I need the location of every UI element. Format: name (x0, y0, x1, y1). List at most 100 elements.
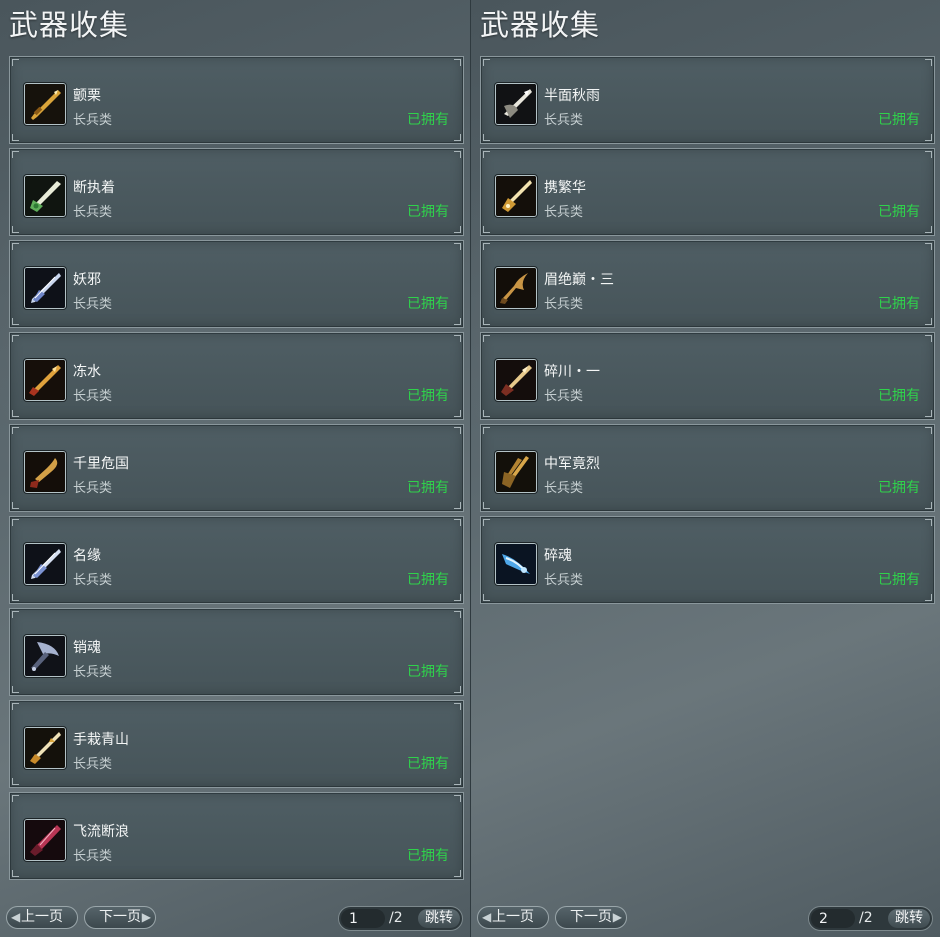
weapon-card[interactable]: 携繁华 长兵类 已拥有 (480, 148, 935, 236)
weapon-name: 名缘 (73, 548, 101, 564)
weapon-name: 销魂 (73, 640, 101, 656)
owned-status: 已拥有 (878, 388, 920, 404)
weapon-name: 冻水 (73, 364, 101, 380)
weapon-name: 断执着 (73, 180, 115, 196)
weapon-name: 中军竟烈 (544, 456, 600, 472)
bronze-spear-icon (495, 267, 537, 309)
owned-status: 已拥有 (407, 664, 449, 680)
weapon-name: 颤栗 (73, 88, 101, 104)
weapon-card[interactable]: 手栽青山 长兵类 已拥有 (9, 700, 464, 788)
weapon-name: 眉绝巅・三 (544, 272, 614, 288)
owned-status: 已拥有 (407, 848, 449, 864)
weapon-card[interactable]: 中军竟烈 长兵类 已拥有 (480, 424, 935, 512)
weapon-card[interactable]: 销魂 长兵类 已拥有 (9, 608, 464, 696)
prev-page-button[interactable]: ◀ 上一页 (6, 906, 78, 929)
weapon-type: 长兵类 (73, 573, 113, 588)
ice-spear-icon (495, 543, 537, 585)
silver-spear-icon (24, 267, 66, 309)
weapon-type: 长兵类 (73, 205, 113, 220)
weapon-type: 长兵类 (544, 481, 584, 496)
golden-halberd-icon (495, 451, 537, 493)
weapon-name: 碎川・一 (544, 364, 600, 380)
owned-status: 已拥有 (878, 480, 920, 496)
chevron-left-icon: ◀ (11, 910, 21, 924)
owned-status: 已拥有 (407, 296, 449, 312)
page-total: /2 (389, 910, 403, 926)
weapon-type: 长兵类 (73, 297, 113, 312)
crimson-spear-icon (24, 819, 66, 861)
page-jump-control: /2 跳转 (808, 906, 933, 931)
weapon-type: 长兵类 (544, 297, 584, 312)
owned-status: 已拥有 (407, 388, 449, 404)
page-number-input[interactable] (811, 909, 855, 928)
weapon-card[interactable]: 碎川・一 长兵类 已拥有 (480, 332, 935, 420)
prev-page-label: 上一页 (21, 909, 63, 925)
panel-title: 武器收集 (9, 8, 130, 42)
owned-status: 已拥有 (407, 480, 449, 496)
owned-status: 已拥有 (878, 296, 920, 312)
bronze-spear-icon (24, 451, 66, 493)
weapon-type: 长兵类 (73, 665, 113, 680)
owned-status: 已拥有 (407, 756, 449, 772)
next-page-label: 下一页 (570, 909, 612, 925)
chevron-right-icon: ▶ (612, 910, 622, 924)
weapon-type: 长兵类 (73, 849, 113, 864)
weapon-type: 长兵类 (73, 389, 113, 404)
weapon-card[interactable]: 名缘 长兵类 已拥有 (9, 516, 464, 604)
weapon-type: 长兵类 (73, 757, 113, 772)
golden-spear-icon (24, 359, 66, 401)
golden-spear-icon (24, 727, 66, 769)
weapon-name: 半面秋雨 (544, 88, 600, 104)
weapon-type: 长兵类 (544, 573, 584, 588)
weapon-type: 长兵类 (73, 481, 113, 496)
owned-status: 已拥有 (878, 572, 920, 588)
weapon-type: 长兵类 (544, 389, 584, 404)
chevron-right-icon: ▶ (141, 910, 151, 924)
page-number-input[interactable] (341, 909, 385, 928)
prev-page-button[interactable]: ◀ 上一页 (477, 906, 549, 929)
weapon-name: 千里危国 (73, 456, 129, 472)
weapon-card[interactable]: 断执着 长兵类 已拥有 (9, 148, 464, 236)
collection-panel-right: 武器收集 半面秋雨 长兵类 已拥有 携繁华 长兵类 已拥有 眉绝巅・三 长兵类 … (470, 0, 940, 937)
weapon-card[interactable]: 冻水 长兵类 已拥有 (9, 332, 464, 420)
golden-spear-icon (24, 83, 66, 125)
collection-panel-left: 武器收集 颤栗 长兵类 已拥有 断执着 长兵类 已拥有 妖邪 长兵类 已拥有 冻… (0, 0, 470, 937)
golden-spear-icon (495, 359, 537, 401)
jump-button[interactable]: 跳转 (418, 909, 460, 928)
weapon-card[interactable]: 眉绝巅・三 长兵类 已拥有 (480, 240, 935, 328)
jade-spear-icon (24, 175, 66, 217)
silver-spear-icon (24, 543, 66, 585)
page-jump-control: /2 跳转 (338, 906, 463, 931)
weapon-name: 手栽青山 (73, 732, 129, 748)
panel-title: 武器收集 (480, 8, 601, 42)
weapon-name: 飞流断浪 (73, 824, 129, 840)
silver-spear-icon (495, 83, 537, 125)
owned-status: 已拥有 (407, 572, 449, 588)
weapon-name: 碎魂 (544, 548, 572, 564)
page-total: /2 (859, 910, 873, 926)
jump-button[interactable]: 跳转 (888, 909, 930, 928)
owned-status: 已拥有 (878, 112, 920, 128)
weapon-type: 长兵类 (73, 113, 113, 128)
weapon-list: 颤栗 长兵类 已拥有 断执着 长兵类 已拥有 妖邪 长兵类 已拥有 冻水 长兵类… (9, 56, 464, 884)
weapon-type: 长兵类 (544, 205, 584, 220)
chevron-left-icon: ◀ (482, 910, 492, 924)
weapon-card[interactable]: 碎魂 长兵类 已拥有 (480, 516, 935, 604)
steel-halberd-icon (24, 635, 66, 677)
owned-status: 已拥有 (407, 204, 449, 220)
prev-page-label: 上一页 (492, 909, 534, 925)
next-page-label: 下一页 (99, 909, 141, 925)
weapon-card[interactable]: 千里危国 长兵类 已拥有 (9, 424, 464, 512)
weapon-card[interactable]: 妖邪 长兵类 已拥有 (9, 240, 464, 328)
owned-status: 已拥有 (878, 204, 920, 220)
golden-spear-icon (495, 175, 537, 217)
next-page-button[interactable]: ▶ 下一页 (555, 906, 627, 929)
weapon-card[interactable]: 半面秋雨 长兵类 已拥有 (480, 56, 935, 144)
weapon-name: 妖邪 (73, 272, 101, 288)
weapon-type: 长兵类 (544, 113, 584, 128)
weapon-card[interactable]: 颤栗 长兵类 已拥有 (9, 56, 464, 144)
weapon-name: 携繁华 (544, 180, 586, 196)
weapon-card[interactable]: 飞流断浪 长兵类 已拥有 (9, 792, 464, 880)
next-page-button[interactable]: ▶ 下一页 (84, 906, 156, 929)
owned-status: 已拥有 (407, 112, 449, 128)
